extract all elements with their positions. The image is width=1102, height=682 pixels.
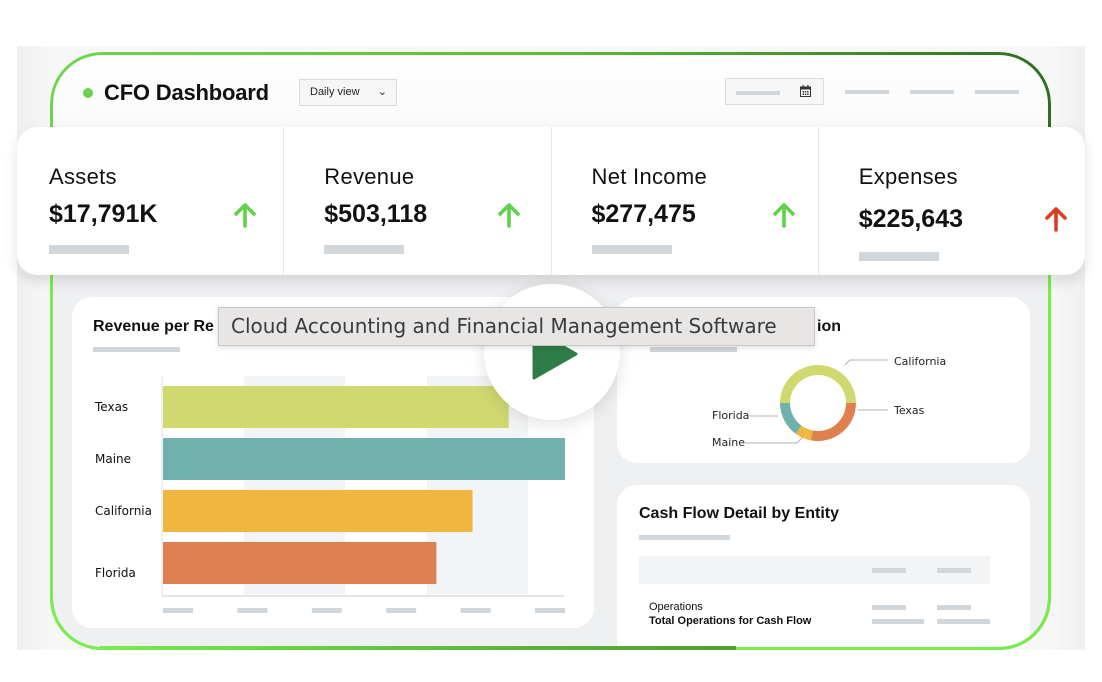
kpi-label: Net Income <box>591 164 707 189</box>
kpi-revenue[interactable]: Revenue $503,118 <box>284 127 552 275</box>
bar-florida[interactable] <box>163 542 437 584</box>
x-tick-label-placeholder <box>535 608 565 613</box>
kpi-subtext-placeholder <box>858 252 939 261</box>
status-dot <box>83 88 93 98</box>
card-title: Cash Flow Detail by Entity <box>639 505 840 522</box>
bar-texas[interactable] <box>163 386 509 428</box>
kpi-expenses[interactable]: Expenses $225,643 <box>819 127 1085 275</box>
view-select[interactable]: Daily view ⌄ <box>299 79 397 106</box>
cell-placeholder <box>937 619 990 624</box>
leader-line-maine <box>745 436 804 444</box>
donut-label-texas: Texas <box>894 404 925 417</box>
date-picker[interactable] <box>725 78 824 105</box>
kpi-assets[interactable]: Assets $17,791K <box>17 127 285 275</box>
cell-placeholder <box>872 619 924 624</box>
x-tick-label-placeholder <box>237 608 268 613</box>
kpi-subtext-placeholder <box>591 245 672 254</box>
donut-label-florida: Florida <box>712 409 750 422</box>
kpi-strip: Assets $17,791K Revenue $503,118 Net Inc… <box>17 127 1085 275</box>
play-button[interactable] <box>484 284 620 420</box>
row-label: Operations <box>649 601 703 613</box>
row-label: Total Operations for Cash Flow <box>649 615 812 627</box>
bar-label-texas: Texas <box>95 400 129 414</box>
page-title: CFO Dashboard <box>104 80 269 105</box>
arrow-up-icon <box>1045 207 1067 232</box>
cell-placeholder <box>872 605 906 610</box>
kpi-subtext-placeholder <box>324 245 405 254</box>
donut-slice-texas[interactable] <box>810 403 856 441</box>
bar-label-florida: Florida <box>95 566 136 580</box>
kpi-label: Assets <box>49 164 117 189</box>
kpi-label: Expenses <box>858 164 958 189</box>
kpi-value: $277,475 <box>591 200 696 228</box>
kpi-subtext-placeholder <box>49 245 129 254</box>
bar-label-maine: Maine <box>95 452 132 466</box>
kpi-label: Revenue <box>324 164 415 189</box>
table-header-row <box>639 556 990 584</box>
view-select-value: Daily view <box>310 86 360 98</box>
date-placeholder <box>736 91 780 95</box>
leader-line-california <box>844 359 888 366</box>
header-link-placeholder[interactable] <box>910 90 954 94</box>
arrow-up-icon <box>234 203 257 228</box>
bar-maine[interactable] <box>163 438 565 480</box>
header-link-placeholder[interactable] <box>975 90 1019 94</box>
arrow-up-icon <box>772 203 795 228</box>
kpi-value: $225,643 <box>858 205 964 233</box>
kpi-net-income[interactable]: Net Income $277,475 <box>552 127 819 275</box>
tooltip: Cloud Accounting and Financial Managemen… <box>218 307 815 346</box>
subtitle-placeholder <box>639 535 730 540</box>
kpi-value: $503,118 <box>324 200 428 228</box>
x-tick-label-placeholder <box>386 608 417 613</box>
donut-label-maine: Maine <box>712 436 746 449</box>
x-tick-label-placeholder <box>311 608 342 613</box>
column-header-placeholder <box>872 568 906 573</box>
x-tick-label-placeholder <box>460 608 491 613</box>
calendar-icon[interactable] <box>800 85 811 97</box>
cell-placeholder <box>937 605 971 610</box>
cash-flow-card: Cash Flow Detail by Entity Operations To… <box>617 485 1030 650</box>
donut-label-california: California <box>894 355 947 368</box>
donut-slice-florida[interactable] <box>780 403 802 434</box>
arrow-up-icon <box>497 203 520 228</box>
header-link-placeholder[interactable] <box>845 90 889 94</box>
bar-california[interactable] <box>163 490 473 532</box>
bar-label-california: California <box>95 504 152 518</box>
donut-slice-california[interactable] <box>780 365 856 403</box>
kpi-value: $17,791K <box>49 200 158 228</box>
x-tick-label-placeholder <box>163 608 193 613</box>
column-header-placeholder <box>937 568 971 573</box>
dashboard-header: CFO Dashboard Daily view ⌄ <box>50 52 1051 127</box>
chevron-down-icon: ⌄ <box>377 86 387 98</box>
